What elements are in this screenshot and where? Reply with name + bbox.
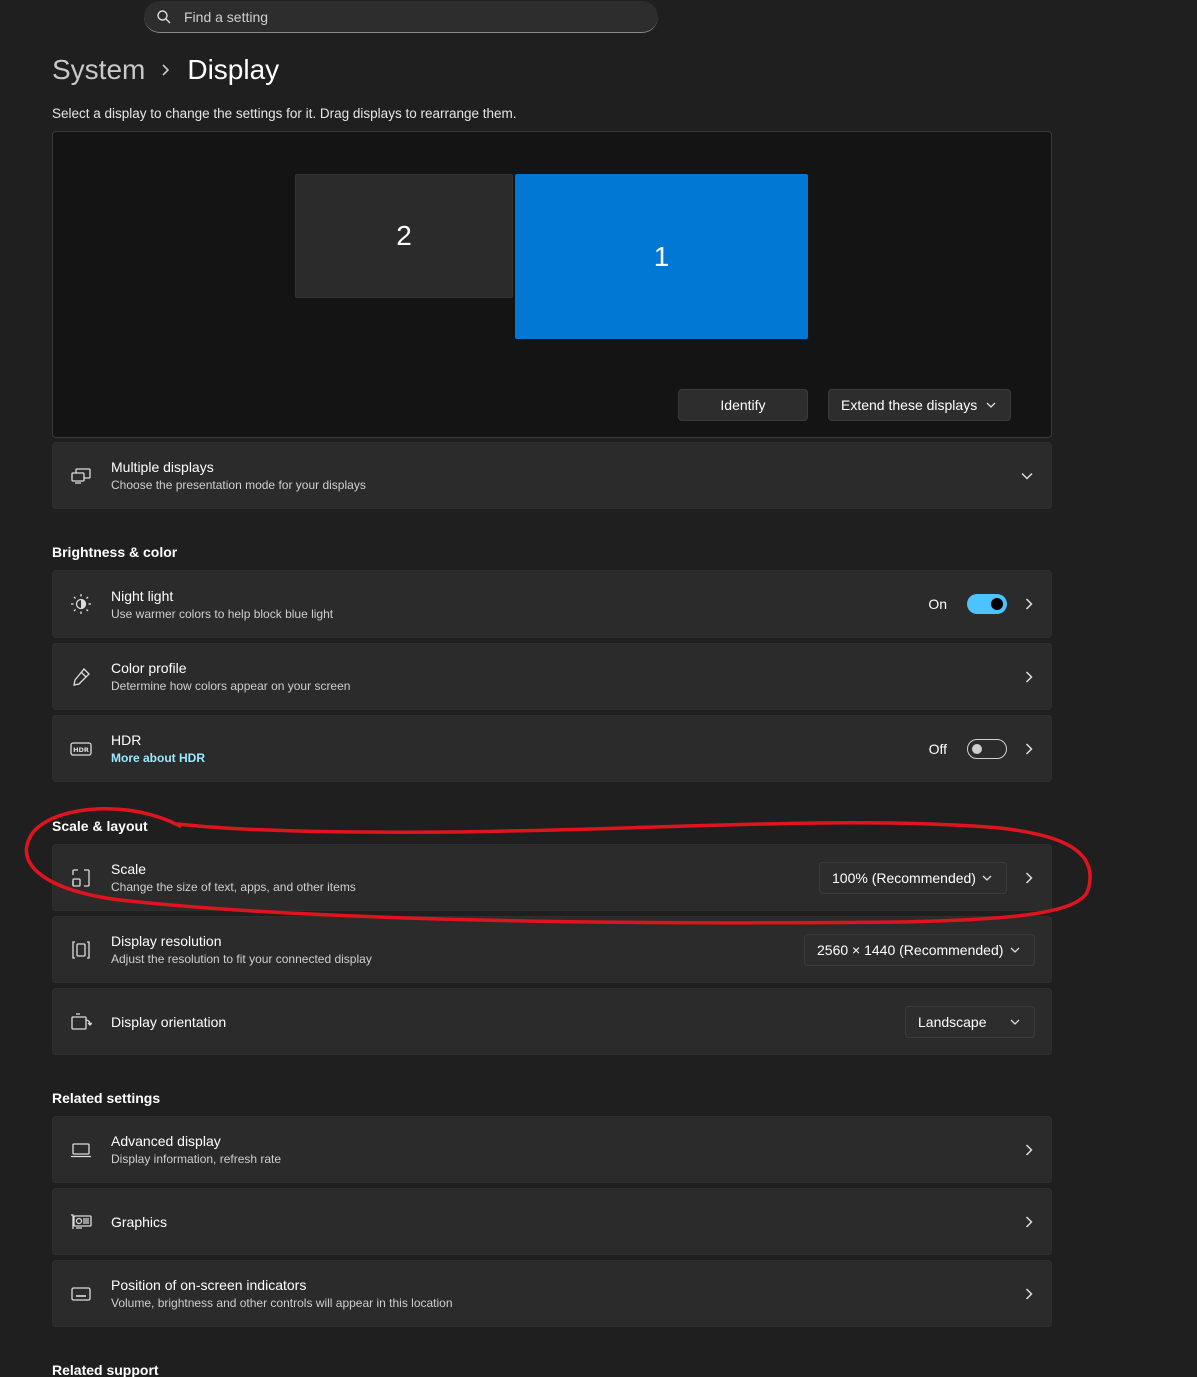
night-light-state: On	[928, 596, 947, 612]
monitor-2-label: 2	[396, 220, 412, 251]
hdr-state: Off	[928, 740, 947, 757]
laptop-icon	[70, 1139, 92, 1161]
chevron-right-icon[interactable]	[1025, 670, 1033, 683]
identify-button[interactable]: Identify	[678, 389, 808, 421]
page-title: Display	[187, 54, 280, 85]
svg-text:HDR: HDR	[73, 746, 89, 754]
chevron-down-icon[interactable]	[1021, 472, 1033, 480]
color-profile-card[interactable]: Color profile Determine how colors appea…	[52, 643, 1052, 710]
section-related-settings: Related settings	[52, 1090, 161, 1106]
monitor-2[interactable]: 2	[295, 174, 513, 298]
display-orientation-title: Display orientation	[111, 1013, 227, 1030]
breadcrumb: System Display	[52, 50, 279, 90]
resolution-dropdown[interactable]: 2560 × 1440 (Recommended)	[804, 933, 1035, 966]
night-light-icon	[70, 593, 92, 615]
scale-dropdown[interactable]: 100% (Recommended)	[819, 861, 1007, 894]
display-resolution-subtitle: Adjust the resolution to fit your connec…	[111, 952, 372, 966]
chevron-right-icon	[161, 63, 171, 77]
chevron-down-icon	[1010, 1019, 1020, 1025]
graphics-title: Graphics	[111, 1213, 168, 1230]
orientation-dropdown[interactable]: Landscape	[905, 1005, 1035, 1038]
eyedropper-icon	[70, 666, 92, 688]
monitor-1[interactable]: 1	[515, 174, 808, 339]
osd-position-title: Position of on-screen indicators	[111, 1277, 307, 1293]
section-related-support: Related support	[52, 1362, 159, 1377]
monitor-1-label: 1	[653, 240, 670, 272]
identify-button-label: Identify	[720, 397, 766, 413]
display-orientation-card[interactable]: Display orientation Landscape	[52, 988, 1052, 1055]
chevron-down-icon	[986, 402, 996, 408]
search-icon	[157, 9, 171, 23]
chevron-right-icon[interactable]	[1025, 1287, 1033, 1300]
orientation-dropdown-value: Landscape	[918, 1013, 987, 1030]
display-resolution-card[interactable]: Display resolution Adjust the resolution…	[52, 916, 1052, 983]
hdr-card[interactable]: HDR HDR More about HDR Off	[52, 715, 1052, 782]
chevron-down-icon	[982, 875, 992, 881]
advanced-display-title: Advanced display	[111, 1133, 221, 1149]
scale-dropdown-value: 100% (Recommended)	[832, 869, 976, 886]
chevron-right-icon[interactable]	[1025, 1215, 1033, 1228]
chevron-right-icon[interactable]	[1025, 871, 1033, 884]
search-box[interactable]	[144, 1, 658, 33]
display-resolution-title: Display resolution	[111, 933, 222, 949]
multiple-displays-icon	[70, 465, 92, 487]
multiple-displays-subtitle: Choose the presentation mode for your di…	[111, 478, 366, 492]
night-light-title: Night light	[111, 587, 174, 604]
multiple-displays-title: Multiple displays	[111, 459, 214, 475]
hdr-title: HDR	[111, 732, 142, 748]
osd-position-icon	[70, 1283, 92, 1305]
chevron-right-icon[interactable]	[1025, 598, 1033, 610]
section-brightness-color: Brightness & color	[52, 544, 178, 560]
advanced-display-subtitle: Display information, refresh rate	[111, 1152, 282, 1166]
extend-dropdown-label: Extend these displays	[841, 397, 978, 413]
osd-position-subtitle: Volume, brightness and other controls wi…	[111, 1296, 453, 1310]
color-profile-title: Color profile	[111, 660, 187, 676]
color-profile-subtitle: Determine how colors appear on your scre…	[111, 679, 351, 693]
scale-subtitle: Change the size of text, apps, and other…	[111, 880, 356, 894]
breadcrumb-system[interactable]: System	[52, 54, 145, 86]
resolution-icon	[70, 939, 92, 961]
night-light-card[interactable]: Night light Use warmer colors to help bl…	[52, 570, 1052, 638]
scale-card[interactable]: Scale Change the size of text, apps, and…	[52, 844, 1052, 911]
orientation-icon	[70, 1011, 92, 1033]
display-arrangement-panel: 2 1 Identify Extend these displays	[52, 131, 1052, 438]
chevron-right-icon[interactable]	[1025, 742, 1033, 755]
graphics-card-icon	[70, 1211, 92, 1233]
osd-position-card[interactable]: Position of on-screen indicators Volume,…	[52, 1260, 1052, 1327]
more-about-hdr-link[interactable]: More about HDR	[111, 751, 205, 765]
night-light-toggle[interactable]	[967, 594, 1007, 614]
hdr-toggle[interactable]	[967, 738, 1007, 759]
multiple-displays-card[interactable]: Multiple displays Choose the presentatio…	[52, 442, 1052, 509]
scale-title: Scale	[111, 861, 147, 877]
chevron-down-icon	[1010, 947, 1020, 953]
scale-icon	[70, 867, 92, 889]
advanced-display-card[interactable]: Advanced display Display information, re…	[52, 1116, 1052, 1183]
hdr-icon: HDR	[70, 738, 92, 760]
arrange-instructions: Select a display to change the settings …	[52, 106, 517, 121]
graphics-card[interactable]: Graphics	[52, 1188, 1052, 1255]
night-light-subtitle: Use warmer colors to help block blue lig…	[111, 606, 334, 621]
section-scale-layout: Scale & layout	[52, 818, 148, 834]
chevron-right-icon[interactable]	[1025, 1143, 1033, 1156]
resolution-dropdown-value: 2560 × 1440 (Recommended)	[817, 941, 1004, 958]
search-input[interactable]	[184, 8, 624, 25]
extend-displays-dropdown[interactable]: Extend these displays	[828, 389, 1011, 421]
